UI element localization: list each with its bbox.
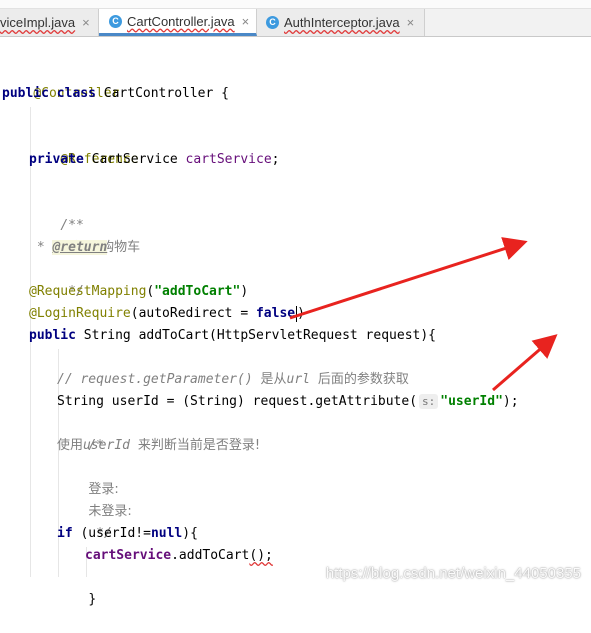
red-arrow-lower <box>492 334 558 392</box>
red-arrow-upper <box>289 237 528 320</box>
annotation-arrows <box>289 237 558 392</box>
code-text: } <box>88 592 97 607</box>
watermark: https://blog.csdn.net/weixin_44050355 <box>325 565 581 582</box>
